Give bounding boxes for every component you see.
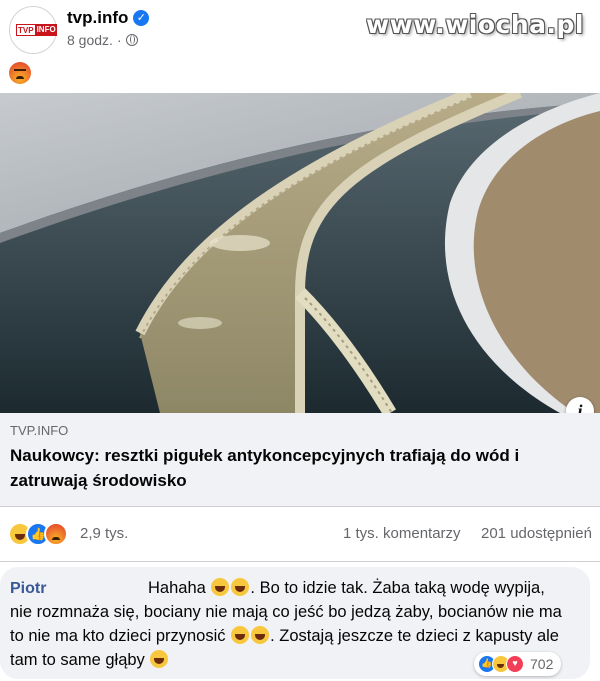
laugh-icon: [231, 626, 250, 644]
laugh-icon: [150, 650, 169, 668]
verified-check-icon: ✓: [133, 10, 150, 26]
comment-reaction-count: 702: [530, 656, 554, 672]
laugh-icon: [251, 626, 270, 644]
post-header: TVP INFO tvp.info ✓ 8 godz. · www.wiocha…: [0, 0, 600, 60]
reaction-count[interactable]: 2,9 tys.: [80, 525, 128, 542]
angry-icon: [44, 522, 68, 546]
angry-icon: [9, 62, 31, 84]
globe-icon: [125, 34, 138, 46]
share-count[interactable]: 201 udostępnień: [481, 525, 592, 542]
reactions-bar: 👍 2,9 tys. 1 tys. komentarzy 201 udostęp…: [0, 507, 600, 562]
post-time[interactable]: 8 godz.: [67, 32, 113, 48]
post-meta: 8 godz. ·: [67, 32, 138, 48]
link-title[interactable]: Naukowcy: resztki pigułek antykoncepcyjn…: [10, 443, 590, 493]
water-treatment-photo: [0, 93, 600, 413]
reaction-icons[interactable]: 👍: [8, 522, 68, 546]
logo-info-text: INFO: [35, 24, 57, 36]
page-name[interactable]: tvp.info: [67, 8, 128, 28]
meta-separator: ·: [116, 32, 122, 48]
page-avatar[interactable]: TVP INFO: [9, 6, 57, 54]
link-domain: TVP.INFO: [10, 423, 69, 438]
link-preview[interactable]: TVP.INFO Naukowcy: resztki pigułek antyk…: [0, 413, 600, 507]
tvp-info-logo: TVP INFO: [16, 24, 57, 36]
watermark: www.wiocha.pl: [366, 10, 584, 39]
laugh-icon: [231, 578, 250, 596]
laugh-icon: [211, 578, 230, 596]
comment-text-part1: Hahaha: [148, 579, 206, 597]
link-image[interactable]: [0, 93, 600, 413]
comment-reactions[interactable]: 👍 ♥ 702: [474, 652, 562, 676]
love-icon: ♥: [506, 655, 524, 673]
comment-count[interactable]: 1 tys. komentarzy: [343, 525, 461, 542]
logo-tvp-text: TVP: [16, 24, 36, 36]
page-name-row: tvp.info ✓: [67, 8, 150, 28]
